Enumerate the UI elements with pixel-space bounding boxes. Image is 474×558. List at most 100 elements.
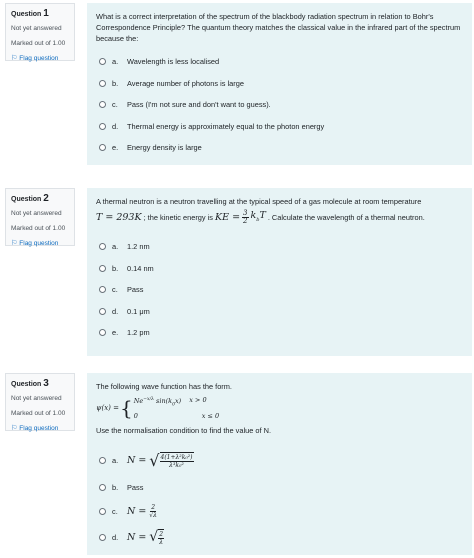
radio-button[interactable]: [99, 329, 106, 337]
question-text: A thermal neutron is a neutron travellin…: [96, 197, 422, 206]
question-content-3: The following wave function has the form…: [87, 373, 472, 555]
question-number-value: 1: [43, 8, 49, 19]
answer-option-a[interactable]: a. Wavelength is less localised: [96, 51, 463, 73]
answer-option-b[interactable]: b. 0.14 nm: [96, 257, 463, 279]
formula-text: ; the kinetic energy is: [143, 213, 214, 223]
fraction: 32: [242, 210, 249, 226]
answer-option-b[interactable]: b. Average number of photons is large: [96, 73, 463, 95]
radio-button[interactable]: [99, 264, 106, 272]
answer-option-c[interactable]: c. Pass: [96, 279, 463, 301]
sqrt-sign: √: [149, 529, 159, 545]
question-number: Question 2: [11, 193, 69, 205]
wave-function: ψ(x) = { Ne−x/λ sin(k0x) x > 0 0 x ≤ 0: [96, 396, 463, 420]
piecewise-brace: {: [120, 396, 133, 420]
flag-question-link[interactable]: ⚐ Flag question: [11, 239, 69, 248]
answer-text: Pass (I'm not sure and don't want to gue…: [127, 100, 271, 110]
answer-fraction: 2 λ: [158, 528, 165, 546]
flag-label: Flag question: [19, 240, 59, 247]
case-1-end: x): [175, 397, 182, 406]
fraction-denominator: λ³k₀²: [169, 461, 184, 469]
answer-text: Pass: [127, 285, 144, 295]
flag-label: Flag question: [19, 55, 59, 62]
radio-button[interactable]: [99, 101, 106, 109]
flag-icon: ⚐: [11, 55, 18, 62]
answer-option-a[interactable]: a. N = √ 4(1+λ²k₀²) λ³k₀²: [96, 444, 463, 476]
answer-letter: c.: [112, 506, 118, 516]
radio-button[interactable]: [99, 307, 106, 315]
answer-option-d[interactable]: d. 0.1 μm: [96, 300, 463, 322]
question-prefix: Question: [11, 196, 42, 203]
fraction-denominator: √λ: [149, 511, 157, 519]
case-2-condition: x ≤ 0: [201, 411, 220, 420]
question-number-value: 3: [43, 378, 49, 389]
answer-option-c[interactable]: c. Pass (I'm not sure and don't want to g…: [96, 94, 463, 116]
fraction-denominator: λ: [159, 538, 164, 546]
answer-lhs: N =: [127, 505, 147, 517]
answer-option-d[interactable]: d. Thermal energy is approximately equal …: [96, 116, 463, 138]
radio-button[interactable]: [99, 507, 106, 515]
answer-option-e[interactable]: e. 1.2 pm: [96, 322, 463, 344]
flag-icon: ⚐: [11, 240, 18, 247]
answer-list: a. 1.2 nm b. 0.14 nm c. Pass d. 0.1 μm e. 1.2…: [96, 236, 463, 344]
radio-button[interactable]: [99, 243, 106, 251]
question-prefix: Question: [11, 381, 42, 388]
flag-question-link[interactable]: ⚐ Flag question: [11, 424, 69, 433]
case-2: 0 x ≤ 0: [134, 411, 219, 421]
answer-letter: b.: [112, 263, 119, 273]
radio-button[interactable]: [99, 483, 106, 491]
answer-text: 0.1 μm: [127, 306, 150, 316]
case-1-sin: sin(k: [156, 397, 173, 406]
radio-button[interactable]: [99, 122, 106, 130]
question-prefix: Question: [11, 11, 42, 18]
radio-button[interactable]: [99, 533, 106, 541]
question-text: The following wave function has the form…: [96, 382, 232, 391]
answer-letter: d.: [112, 532, 119, 542]
radio-button[interactable]: [99, 79, 106, 87]
piecewise-cases: Ne−x/λ sin(k0x) x > 0 0 x ≤ 0: [134, 395, 219, 420]
answer-text: Wavelength is less localised: [127, 57, 220, 67]
radio-button[interactable]: [99, 456, 106, 464]
question-info-1: Question 1 Not yet answered Marked out o…: [5, 3, 75, 63]
question-text-2: Use the normalisation condition to find …: [96, 426, 272, 435]
radio-button[interactable]: [99, 286, 106, 294]
radio-button[interactable]: [99, 58, 106, 66]
radio-button[interactable]: [99, 144, 106, 152]
answer-letter: c.: [112, 285, 118, 295]
wave-function-lhs: ψ(x) =: [96, 404, 119, 412]
answer-letter: d.: [112, 306, 119, 316]
answer-letter: b.: [112, 482, 119, 492]
flag-icon: ⚐: [11, 425, 18, 432]
temperature-formula: T = 293K: [96, 212, 142, 224]
answer-text: Average number of photons is large: [127, 78, 244, 88]
case-2-expr: 0: [133, 411, 138, 420]
answer-text: 0.14 nm: [127, 263, 154, 273]
case-1-expr: Ne−x/λ sin(k0x): [134, 395, 181, 410]
answer-letter: e.: [112, 143, 119, 153]
question-number: Question 3: [11, 378, 69, 390]
answer-text: 1.2 nm: [127, 242, 150, 252]
question-text-formula: T = 293K ; the kinetic energy is KE = 32…: [96, 210, 463, 226]
answer-option-d[interactable]: d. N = √ 2 λ: [96, 524, 463, 550]
question-grade: Marked out of 1.00: [11, 410, 66, 417]
answer-option-b[interactable]: b. Pass: [96, 476, 463, 498]
answer-lhs: N =: [127, 454, 147, 466]
answer-option-c[interactable]: c. N = 2 √λ: [96, 498, 463, 524]
question-number-value: 2: [43, 193, 49, 204]
fraction-numerator: 4(1+λ²k₀²): [159, 453, 194, 462]
question-content-2: A thermal neutron is a neutron travellin…: [87, 188, 472, 356]
temperature-symbol: T: [259, 210, 266, 221]
sqrt-sign: √: [149, 450, 160, 470]
flag-question-link[interactable]: ⚐ Flag question: [11, 54, 69, 63]
case-1: Ne−x/λ sin(k0x) x > 0: [134, 395, 219, 410]
answer-list: a. Wavelength is less localised b. Average…: [96, 51, 463, 159]
question-content-1: What is a correct interpretation of the …: [87, 3, 472, 165]
flag-label: Flag question: [19, 425, 59, 432]
answer-text: Pass: [127, 482, 144, 492]
answer-letter: a.: [112, 242, 119, 252]
answer-option-a[interactable]: a. 1.2 nm: [96, 236, 463, 258]
answer-text: Energy density is large: [127, 143, 202, 153]
answer-option-e[interactable]: e. Energy density is large: [96, 137, 463, 159]
fraction-denominator: 2: [243, 217, 248, 226]
answer-letter: a.: [112, 455, 119, 465]
question-text: What is a correct interpretation of the …: [96, 12, 461, 43]
